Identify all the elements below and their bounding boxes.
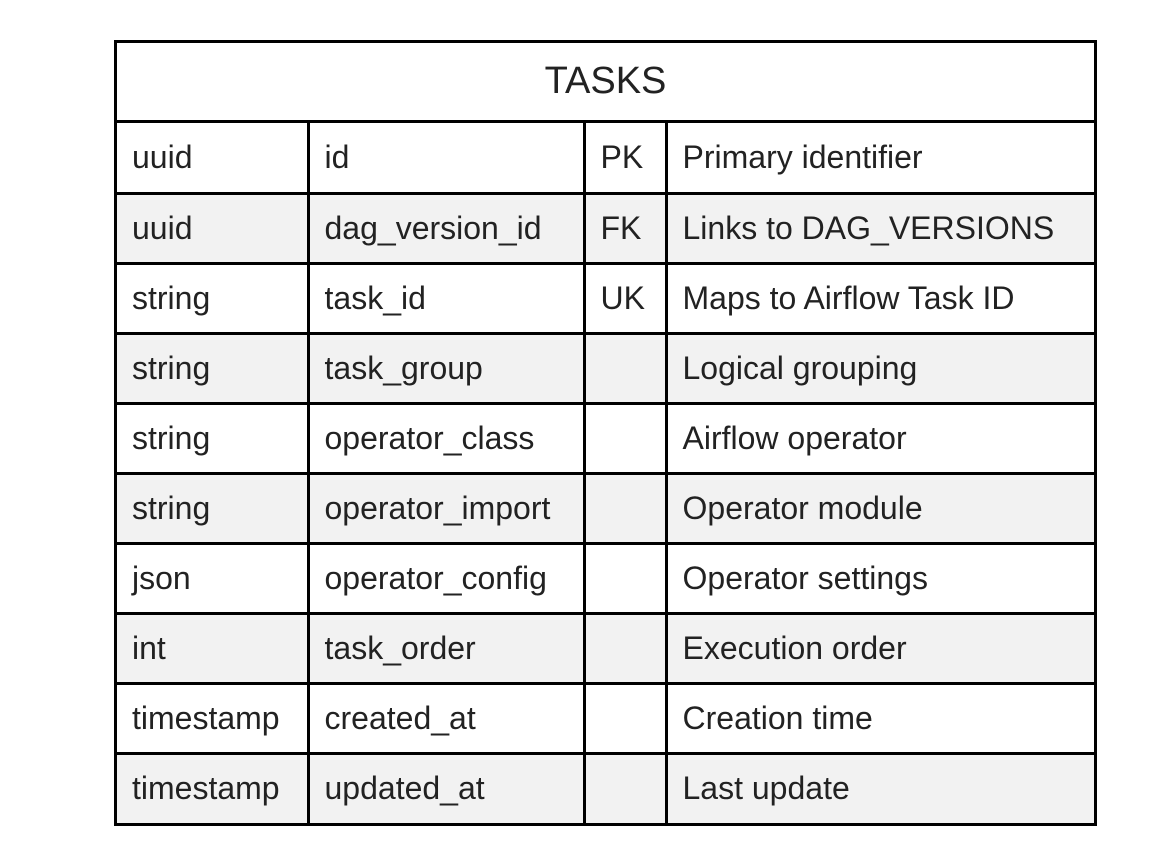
attribute-key bbox=[582, 471, 666, 543]
attribute-key: UK bbox=[582, 261, 666, 333]
attribute-name: operator_class bbox=[306, 401, 584, 473]
attribute-name: operator_import bbox=[306, 471, 584, 543]
attribute-key: FK bbox=[582, 191, 666, 263]
attribute-type: string bbox=[117, 471, 308, 543]
attribute-name: operator_config bbox=[306, 541, 584, 613]
attribute-row: timestamp created_at Creation time bbox=[117, 681, 1094, 753]
attribute-type: timestamp bbox=[117, 681, 308, 753]
attribute-description: Maps to Airflow Task ID bbox=[664, 261, 1094, 333]
attribute-description: Last update bbox=[664, 751, 1094, 823]
attribute-key bbox=[582, 401, 666, 473]
entity-tasks: TASKS uuid id PK Primary identifier uuid… bbox=[114, 40, 1097, 826]
attribute-name: id bbox=[306, 123, 584, 193]
attribute-row: string task_id UK Maps to Airflow Task I… bbox=[117, 261, 1094, 333]
attribute-name: task_order bbox=[306, 611, 584, 683]
attribute-row: uuid id PK Primary identifier bbox=[117, 123, 1094, 193]
attribute-key: PK bbox=[582, 123, 666, 193]
attribute-key bbox=[582, 541, 666, 613]
attribute-description: Creation time bbox=[664, 681, 1094, 753]
entity-title: TASKS bbox=[117, 43, 1094, 123]
attribute-description: Operator module bbox=[664, 471, 1094, 543]
attribute-row: timestamp updated_at Last update bbox=[117, 751, 1094, 823]
attribute-type: timestamp bbox=[117, 751, 308, 823]
attribute-name: task_group bbox=[306, 331, 584, 403]
attribute-type: uuid bbox=[117, 191, 308, 263]
attribute-description: Operator settings bbox=[664, 541, 1094, 613]
attribute-type: string bbox=[117, 331, 308, 403]
attribute-description: Links to DAG_VERSIONS bbox=[664, 191, 1094, 263]
attribute-name: updated_at bbox=[306, 751, 584, 823]
attribute-description: Airflow operator bbox=[664, 401, 1094, 473]
attribute-key bbox=[582, 681, 666, 753]
attribute-row: json operator_config Operator settings bbox=[117, 541, 1094, 613]
attribute-row: int task_order Execution order bbox=[117, 611, 1094, 683]
attribute-description: Primary identifier bbox=[664, 123, 1094, 193]
attribute-type: uuid bbox=[117, 123, 308, 193]
attribute-type: string bbox=[117, 401, 308, 473]
attribute-row: string operator_class Airflow operator bbox=[117, 401, 1094, 473]
attribute-row: string operator_import Operator module bbox=[117, 471, 1094, 543]
attribute-key bbox=[582, 751, 666, 823]
attribute-table: uuid id PK Primary identifier uuid dag_v… bbox=[117, 123, 1094, 823]
attribute-row: uuid dag_version_id FK Links to DAG_VERS… bbox=[117, 191, 1094, 263]
attribute-name: task_id bbox=[306, 261, 584, 333]
attribute-row: string task_group Logical grouping bbox=[117, 331, 1094, 403]
attribute-key bbox=[582, 611, 666, 683]
attribute-description: Execution order bbox=[664, 611, 1094, 683]
attribute-key bbox=[582, 331, 666, 403]
attribute-type: int bbox=[117, 611, 308, 683]
attribute-type: string bbox=[117, 261, 308, 333]
attribute-description: Logical grouping bbox=[664, 331, 1094, 403]
attribute-name: dag_version_id bbox=[306, 191, 584, 263]
attribute-type: json bbox=[117, 541, 308, 613]
attribute-name: created_at bbox=[306, 681, 584, 753]
